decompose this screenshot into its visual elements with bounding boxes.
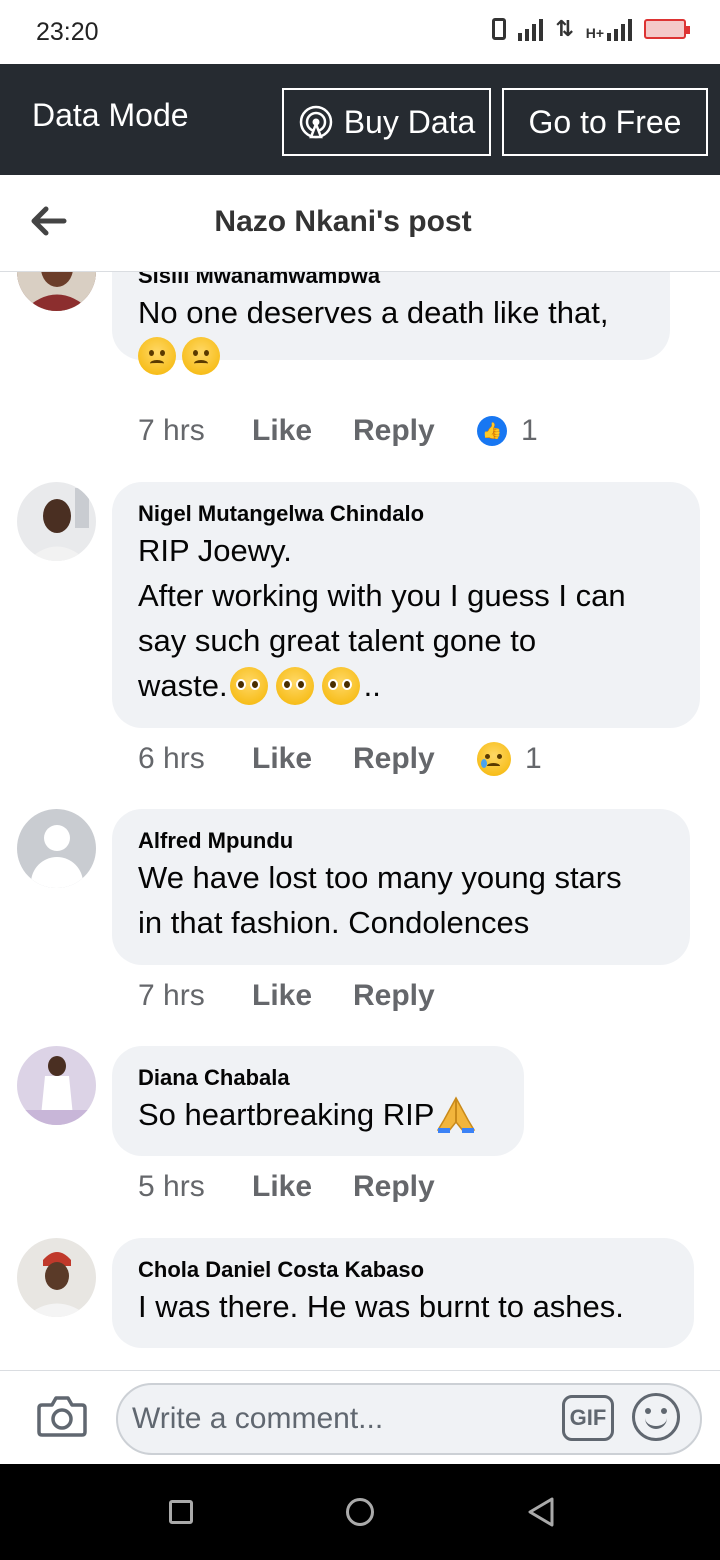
- comment-text: waste.: [138, 668, 228, 703]
- reaction-count: 1: [521, 414, 538, 447]
- comment-bubble[interactable]: Nigel Mutangelwa Chindalo RIP Joewy. Aft…: [112, 482, 700, 728]
- status-time: 23:20: [36, 18, 99, 46]
- like-button[interactable]: Like: [252, 979, 353, 1013]
- page-title: Nazo Nkani's post: [214, 205, 472, 238]
- comment-emoji-row: [138, 337, 644, 375]
- comment-bubble[interactable]: Chola Daniel Costa Kabaso I was there. H…: [112, 1238, 694, 1348]
- crying-face-icon: [477, 742, 511, 776]
- data-mode-label: Data Mode: [32, 97, 189, 133]
- avatar[interactable]: [17, 482, 96, 561]
- post-header: Nazo Nkani's post: [0, 175, 720, 272]
- nav-back-icon[interactable]: [526, 1496, 556, 1528]
- comment-text-line: So heartbreaking RIP: [138, 1092, 498, 1137]
- like-button[interactable]: Like: [252, 1170, 353, 1204]
- frowning-face-icon: [138, 337, 176, 375]
- data-mode-bar: Data Mode Buy Data Go to Free: [0, 64, 720, 175]
- avatar-photo-icon: [17, 482, 96, 561]
- comment-bubble[interactable]: Diana Chabala So heartbreaking RIP: [112, 1046, 524, 1156]
- reply-button[interactable]: Reply: [353, 1170, 461, 1204]
- avatar-photo-icon: [17, 1238, 96, 1317]
- comment-text: After working with you I guess I can: [138, 578, 626, 613]
- reply-button[interactable]: Reply: [353, 742, 461, 776]
- default-avatar-body: [31, 857, 83, 888]
- like-button[interactable]: Like: [252, 414, 353, 448]
- comment-text: say such great talent gone to: [138, 623, 537, 658]
- comment-time[interactable]: 7 hrs: [138, 414, 252, 448]
- go-to-free-label: Go to Free: [528, 103, 682, 140]
- avatar-photo-icon: [17, 1046, 96, 1125]
- avatar[interactable]: [17, 1046, 96, 1125]
- comment-author[interactable]: Chola Daniel Costa Kabaso: [138, 1256, 668, 1284]
- broadcast-icon: [299, 105, 332, 139]
- recent-apps-icon[interactable]: [169, 1500, 193, 1524]
- comment-text: RIP Joewy.: [138, 533, 292, 568]
- comment-author[interactable]: Sisili Mwanamwambwa: [138, 272, 644, 290]
- camera-icon[interactable]: [36, 1391, 88, 1439]
- buy-data-button[interactable]: Buy Data: [282, 88, 491, 156]
- status-bar: 23:20 ⇅ H+: [0, 0, 720, 64]
- signal-icon: [518, 17, 544, 41]
- comment-meta: 7 hrs Like Reply: [138, 979, 461, 1013]
- comment-bubble[interactable]: Alfred Mpundu We have lost too many youn…: [112, 809, 690, 965]
- pleading-face-icon: [229, 666, 268, 705]
- system-nav-bar: [0, 1464, 720, 1560]
- comment-text: So heartbreaking RIP: [138, 1097, 435, 1132]
- reply-button[interactable]: Reply: [353, 414, 461, 448]
- comment-time[interactable]: 5 hrs: [138, 1170, 252, 1204]
- comment-text: I was there. He was burnt to ashes.: [138, 1289, 624, 1324]
- signal-2-icon: [607, 17, 632, 41]
- comments-list[interactable]: Sisili Mwanamwambwa No one deserves a de…: [0, 272, 720, 1370]
- folded-hands-icon: [437, 1095, 476, 1133]
- comment-meta: 5 hrs Like Reply: [138, 1170, 461, 1204]
- reply-button[interactable]: Reply: [353, 979, 461, 1013]
- thumbs-up-icon: 👍: [477, 416, 507, 446]
- reaction-count: 1: [525, 742, 542, 775]
- comment-composer: Write a comment... GIF: [0, 1370, 720, 1464]
- comment-input[interactable]: Write a comment...: [116, 1383, 702, 1455]
- avatar-photo-icon: [17, 272, 96, 311]
- status-icons: ⇅ H+: [492, 16, 690, 42]
- comment-bubble[interactable]: Sisili Mwanamwambwa No one deserves a de…: [112, 272, 670, 375]
- buy-data-label: Buy Data: [343, 103, 476, 140]
- comment-meta: 6 hrs Like Reply 1: [138, 742, 542, 776]
- comment-time[interactable]: 6 hrs: [138, 742, 252, 776]
- comment-text: in that fashion. Condolences: [138, 905, 530, 940]
- comment-text: We have lost too many young stars: [138, 860, 622, 895]
- frowning-face-icon: [182, 337, 220, 375]
- comment-author[interactable]: Alfred Mpundu: [138, 827, 664, 855]
- go-to-free-button[interactable]: Go to Free: [502, 88, 708, 156]
- avatar[interactable]: [17, 272, 96, 311]
- battery-icon: [644, 19, 690, 39]
- comment-time[interactable]: 7 hrs: [138, 979, 252, 1013]
- comment-text-last-line: waste. ..: [138, 663, 674, 708]
- default-avatar-icon: [44, 825, 70, 851]
- reaction-summary[interactable]: 👍 1: [477, 414, 538, 448]
- data-transfer-icon: ⇅: [555, 16, 574, 41]
- network-type-label: H+: [586, 17, 632, 41]
- comment-author[interactable]: Nigel Mutangelwa Chindalo: [138, 500, 674, 528]
- avatar[interactable]: [17, 1238, 96, 1317]
- comment-text: ..: [363, 668, 381, 703]
- comment-meta: 7 hrs Like Reply 👍 1: [138, 414, 538, 448]
- like-button[interactable]: Like: [252, 742, 353, 776]
- avatar[interactable]: [17, 809, 96, 888]
- vibrate-icon: [492, 18, 507, 40]
- pleading-face-icon: [275, 666, 314, 705]
- comment-text: No one deserves a death like that,: [138, 295, 609, 330]
- emoji-picker-icon[interactable]: [632, 1393, 680, 1441]
- comment-author[interactable]: Diana Chabala: [138, 1064, 498, 1092]
- home-icon[interactable]: [346, 1498, 374, 1526]
- gif-icon[interactable]: GIF: [562, 1395, 614, 1441]
- reaction-summary[interactable]: 1: [477, 742, 542, 776]
- pleading-face-icon: [321, 666, 360, 705]
